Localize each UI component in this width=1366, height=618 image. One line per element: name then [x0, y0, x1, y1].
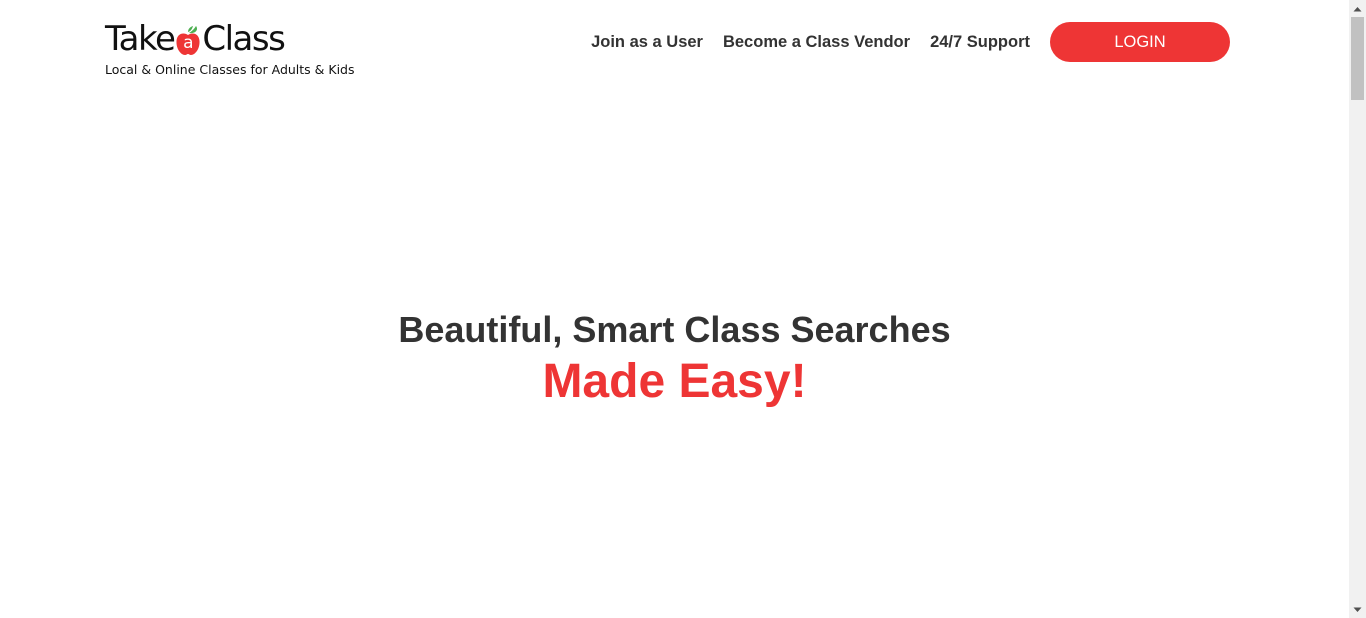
- chevron-up-icon[interactable]: [1349, 0, 1366, 17]
- login-button[interactable]: LOGIN: [1050, 22, 1230, 62]
- logo-wordmark: Take a Class: [105, 16, 355, 56]
- nav-support[interactable]: 24/7 Support: [930, 33, 1030, 52]
- page: Take a Class Local & Online Classes for …: [0, 0, 1366, 618]
- scrollbar-thumb[interactable]: [1351, 17, 1364, 100]
- hero-section: Beautiful, Smart Class Searches Made Eas…: [0, 308, 1349, 410]
- vertical-scrollbar[interactable]: [1349, 0, 1366, 618]
- logo-tagline: Local & Online Classes for Adults & Kids: [105, 62, 355, 77]
- hero-title: Beautiful, Smart Class Searches: [398, 309, 951, 350]
- top-navigation: Join as a User Become a Class Vendor 24/…: [591, 22, 1230, 62]
- logo-apple-letter: a: [183, 33, 194, 53]
- logo-text-class: Class: [202, 19, 285, 59]
- apple-icon: a: [175, 26, 201, 56]
- chevron-down-icon[interactable]: [1349, 601, 1366, 618]
- logo-text-take: Take: [105, 19, 176, 59]
- nav-join-as-user[interactable]: Join as a User: [591, 33, 703, 52]
- nav-become-class-vendor[interactable]: Become a Class Vendor: [723, 33, 910, 52]
- hero-accent: Made Easy!: [542, 355, 807, 408]
- site-logo[interactable]: Take a Class Local & Online Classes for …: [105, 16, 355, 77]
